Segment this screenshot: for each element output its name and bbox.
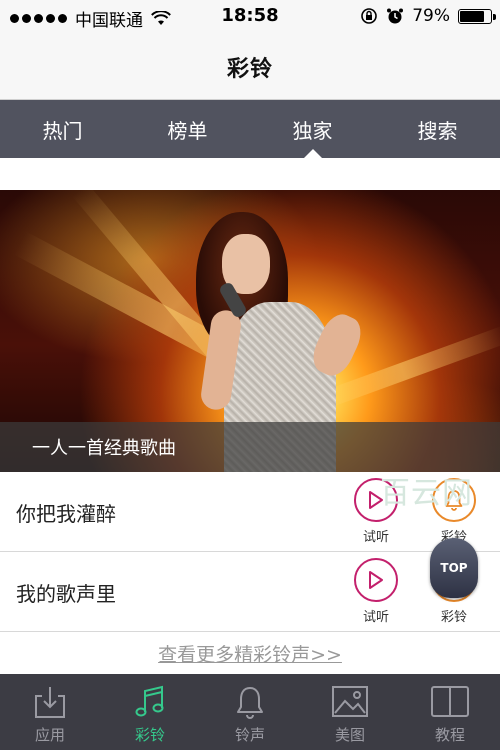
bell-icon [237, 687, 263, 719]
song-title: 我的歌声里 [16, 582, 116, 606]
page-title: 彩铃 [226, 56, 273, 82]
rotation-lock-icon [361, 8, 378, 24]
featured-banner[interactable]: 一人一首经典歌曲 [0, 190, 500, 472]
bottom-tab-label: 应用 [34, 726, 65, 744]
top-label: TOP [440, 561, 468, 575]
music-note-icon [135, 685, 164, 717]
preview-label: 试听 [362, 610, 389, 625]
status-bar: 中国联通 18:58 79% [0, 0, 500, 34]
battery-level-fill [460, 10, 484, 22]
navigation-bar: 彩铃 [0, 34, 500, 100]
bottom-tab-ringtones[interactable]: 铃声 [200, 674, 300, 750]
book-icon [431, 686, 469, 717]
tab-search[interactable]: 搜索 [375, 100, 500, 158]
tab-charts[interactable]: 榜单 [125, 100, 250, 158]
image-icon [332, 686, 368, 717]
song-row: 我的歌声里 试听 彩铃 [0, 552, 500, 632]
banner-caption: 一人一首经典歌曲 [0, 422, 500, 472]
status-right: 79% [360, 6, 496, 26]
bottom-tab-label: 美图 [334, 726, 365, 744]
song-title: 你把我灌醉 [16, 502, 116, 526]
battery-icon [458, 8, 496, 24]
bottom-tab-apps[interactable]: 应用 [0, 674, 100, 750]
battery-percent: 79% [412, 6, 450, 26]
bottom-tab-label: 铃声 [234, 726, 265, 744]
download-icon [35, 687, 65, 718]
watermark: 百云网 [380, 476, 473, 511]
bottom-tab-tutorials[interactable]: 教程 [400, 674, 500, 750]
back-to-top-button[interactable]: TOP [430, 538, 478, 598]
preview-label: 试听 [362, 530, 389, 545]
bottom-tab-label: 彩铃 [134, 726, 165, 744]
tab-label: 热门 [42, 118, 83, 143]
bottom-tab-label: 教程 [434, 726, 465, 744]
tab-hot[interactable]: 热门 [0, 100, 125, 158]
play-icon [354, 558, 398, 602]
preview-button[interactable]: 试听 [346, 558, 406, 625]
tab-label: 榜单 [167, 118, 208, 143]
tab-label: 独家 [292, 118, 333, 143]
bottom-tab-bar: 应用 彩铃 铃声 美图 教程 [0, 674, 500, 750]
bottom-tab-ringback[interactable]: 彩铃 [100, 674, 200, 750]
tab-exclusive[interactable]: 独家 [250, 100, 375, 158]
category-tabs: 热门 榜单 独家 搜索 [0, 100, 500, 158]
tab-label: 搜索 [417, 118, 458, 143]
alarm-icon [387, 8, 404, 24]
bottom-tab-images[interactable]: 美图 [300, 674, 400, 750]
ringback-label: 彩铃 [440, 610, 467, 625]
more-ringtones-link[interactable]: 查看更多精彩铃声>> [0, 640, 500, 667]
